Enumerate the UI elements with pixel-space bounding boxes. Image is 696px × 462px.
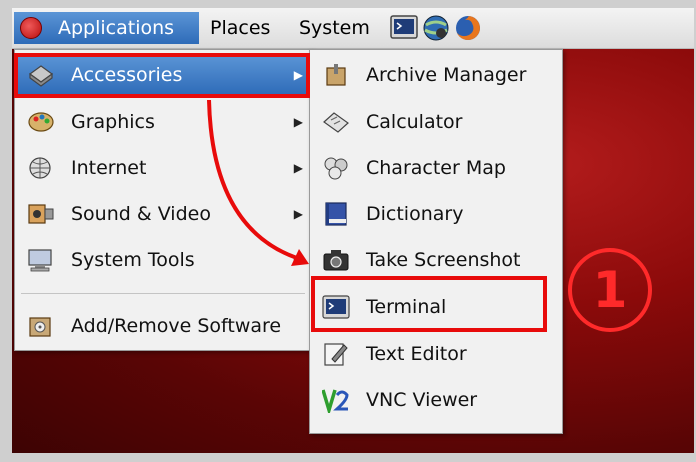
- menu-item-label: Graphics: [71, 111, 155, 133]
- menu-item-label: Sound & Video: [71, 203, 211, 225]
- submenu-arrow-icon: ▶: [293, 253, 303, 267]
- vnc-viewer-icon: [321, 387, 350, 417]
- menu-item-label: Calculator: [366, 111, 463, 133]
- menu-item-label: Take Screenshot: [366, 249, 521, 271]
- menu-item-dictionary[interactable]: Dictionary: [310, 194, 562, 234]
- redhat-icon: [20, 17, 42, 39]
- menu-item-system-tools[interactable]: System Tools ▶: [15, 240, 311, 280]
- system-label: System: [299, 17, 370, 39]
- menu-item-archive-manager[interactable]: Archive Manager: [310, 55, 562, 95]
- sound-video-icon: [27, 201, 55, 227]
- system-menu-button[interactable]: System: [293, 12, 376, 44]
- dictionary-icon: [322, 201, 350, 227]
- menu-item-internet[interactable]: Internet ▶: [15, 148, 311, 188]
- accessories-submenu: Archive Manager Calculator Character Map: [309, 49, 563, 434]
- menu-item-sound-video[interactable]: Sound & Video ▶: [15, 194, 311, 234]
- terminal-launcher-icon[interactable]: [390, 14, 418, 42]
- system-tools-icon: [27, 247, 55, 273]
- menu-item-label: Archive Manager: [366, 64, 527, 86]
- menu-item-label: Text Editor: [366, 343, 467, 365]
- menu-item-label: Dictionary: [366, 203, 464, 225]
- menu-item-label: Character Map: [366, 157, 506, 179]
- applications-menu-button[interactable]: Applications: [14, 12, 199, 44]
- top-panel: Applications Places System: [12, 8, 694, 49]
- places-menu-button[interactable]: Places: [204, 12, 276, 44]
- terminal-highlight-box: [311, 276, 547, 332]
- character-map-icon: [322, 155, 350, 181]
- submenu-arrow-icon: ▶: [293, 207, 303, 221]
- menu-item-character-map[interactable]: Character Map: [310, 148, 562, 188]
- network-launcher-icon[interactable]: [422, 14, 450, 42]
- menu-item-label: Add/Remove Software: [71, 315, 282, 337]
- menu-item-label: System Tools: [71, 249, 195, 271]
- menu-item-add-remove-software[interactable]: Add/Remove Software: [15, 306, 311, 346]
- submenu-arrow-icon: ▶: [293, 161, 303, 175]
- menu-item-label: Internet: [71, 157, 147, 179]
- menu-item-calculator[interactable]: Calculator: [310, 102, 562, 142]
- places-label: Places: [210, 17, 271, 39]
- menu-separator: [21, 293, 305, 294]
- submenu-arrow-icon: ▶: [293, 115, 303, 129]
- graphics-icon: [27, 109, 55, 135]
- menu-item-text-editor[interactable]: Text Editor: [310, 334, 562, 374]
- menu-item-graphics[interactable]: Graphics ▶: [15, 102, 311, 142]
- menu-item-vnc-viewer[interactable]: VNC Viewer: [310, 380, 562, 420]
- menu-item-label: VNC Viewer: [366, 389, 478, 411]
- applications-label: Applications: [58, 17, 175, 39]
- calculator-icon: [322, 109, 350, 135]
- text-editor-icon: [322, 341, 350, 367]
- accessories-highlight-box: [14, 53, 310, 98]
- firefox-launcher-icon[interactable]: [454, 14, 482, 42]
- step-number-badge: 1: [568, 248, 652, 332]
- archive-manager-icon: [322, 62, 350, 88]
- add-remove-software-icon: [27, 313, 55, 339]
- internet-icon: [27, 155, 55, 181]
- menu-item-take-screenshot[interactable]: Take Screenshot: [310, 240, 562, 280]
- camera-icon: [322, 247, 350, 273]
- desktop: Applications Places System Accessories ▶…: [12, 8, 694, 453]
